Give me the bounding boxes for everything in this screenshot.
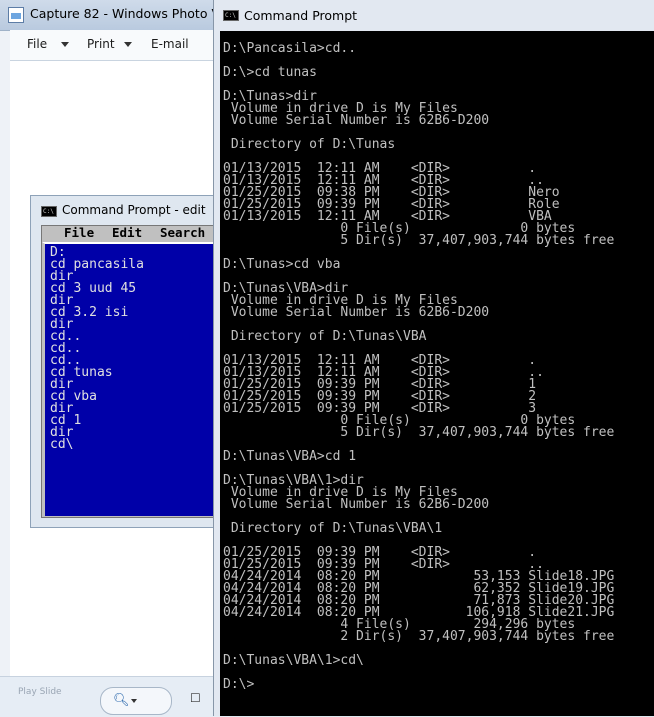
edit-line: cd\ xyxy=(50,437,74,452)
edit-window-title: Command Prompt - edit xyxy=(62,203,206,217)
command-prompt-window: C:\ Command Prompt D:\Pancasila>cd.. D:\>… xyxy=(213,0,654,716)
edit-file-menu[interactable]: File xyxy=(64,226,94,240)
magnifier-icon: 🔍︎ xyxy=(113,693,130,708)
console-line: D:\Tunas>cd vba xyxy=(223,257,341,272)
console-line: D:\Pancasila>cd.. xyxy=(223,41,357,56)
console-line: D:\> xyxy=(223,677,255,692)
zoom-chevron-down-icon xyxy=(131,699,137,703)
console-line: D:\Tunas\VBA>cd 1 xyxy=(223,449,357,464)
console-line: Directory of D:\Tunas xyxy=(223,137,396,152)
photo-viewer-menubar: File Print E-mail xyxy=(10,30,230,61)
actual-size-icon[interactable]: ☐ xyxy=(190,691,201,705)
email-menu[interactable]: E-mail xyxy=(151,37,189,51)
console-line: 5 Dir(s) 37,407,903,744 bytes free xyxy=(223,233,615,248)
print-menu-chevron-down-icon[interactable] xyxy=(124,42,132,47)
console-output[interactable]: D:\Pancasila>cd.. D:\>cd tunas D:\Tunas>di… xyxy=(220,31,654,716)
print-menu[interactable]: Print xyxy=(87,37,115,51)
command-prompt-title: Command Prompt xyxy=(244,8,358,23)
console-line: D:\Tunas\VBA\1>cd\ xyxy=(223,653,364,668)
cmd-app-icon: C:\ xyxy=(41,206,57,217)
cmd-app-icon: C:\ xyxy=(223,10,239,21)
photo-viewer-app-icon xyxy=(8,7,24,23)
edit-window-titlebar[interactable]: C:\ Command Prompt - edit xyxy=(31,196,231,226)
console-line: Volume Serial Number is 62B6-D200 xyxy=(223,113,490,128)
console-line: 5 Dir(s) 37,407,903,744 bytes free xyxy=(223,425,615,440)
file-menu[interactable]: File xyxy=(27,37,47,51)
console-line: Directory of D:\Tunas\VBA\1 xyxy=(223,521,443,536)
console-line: Volume Serial Number is 62B6-D200 xyxy=(223,305,490,320)
console-line: Volume Serial Number is 62B6-D200 xyxy=(223,497,490,512)
photo-viewer-titlebar[interactable]: Capture 82 - Windows Photo Viewer xyxy=(0,0,254,31)
command-prompt-titlebar[interactable]: C:\ Command Prompt xyxy=(214,0,654,31)
file-menu-chevron-down-icon[interactable] xyxy=(61,42,69,47)
console-line: Directory of D:\Tunas\VBA xyxy=(223,329,427,344)
edit-edit-menu[interactable]: Edit xyxy=(112,226,142,240)
edit-menubar: File Edit Search xyxy=(42,226,220,242)
photo-viewer-toolbar: Play Slide 🔍︎ ☐ xyxy=(0,676,230,717)
edit-search-menu[interactable]: Search xyxy=(160,226,205,240)
console-line: 2 Dir(s) 37,407,903,744 bytes free xyxy=(223,629,615,644)
console-line: D:\>cd tunas xyxy=(223,65,317,80)
play-slideshow-hint[interactable]: Play Slide xyxy=(18,687,62,697)
edit-text-area[interactable]: D: cd pancasila dir cd 3 uud 45 dir cd 3.2 is… xyxy=(42,242,220,517)
zoom-button[interactable]: 🔍︎ xyxy=(100,687,172,715)
edit-client-area: File Edit Search D: cd pancasila dir cd 3 u… xyxy=(41,225,221,518)
edit-window: C:\ Command Prompt - edit File Edit Sear… xyxy=(30,195,230,528)
